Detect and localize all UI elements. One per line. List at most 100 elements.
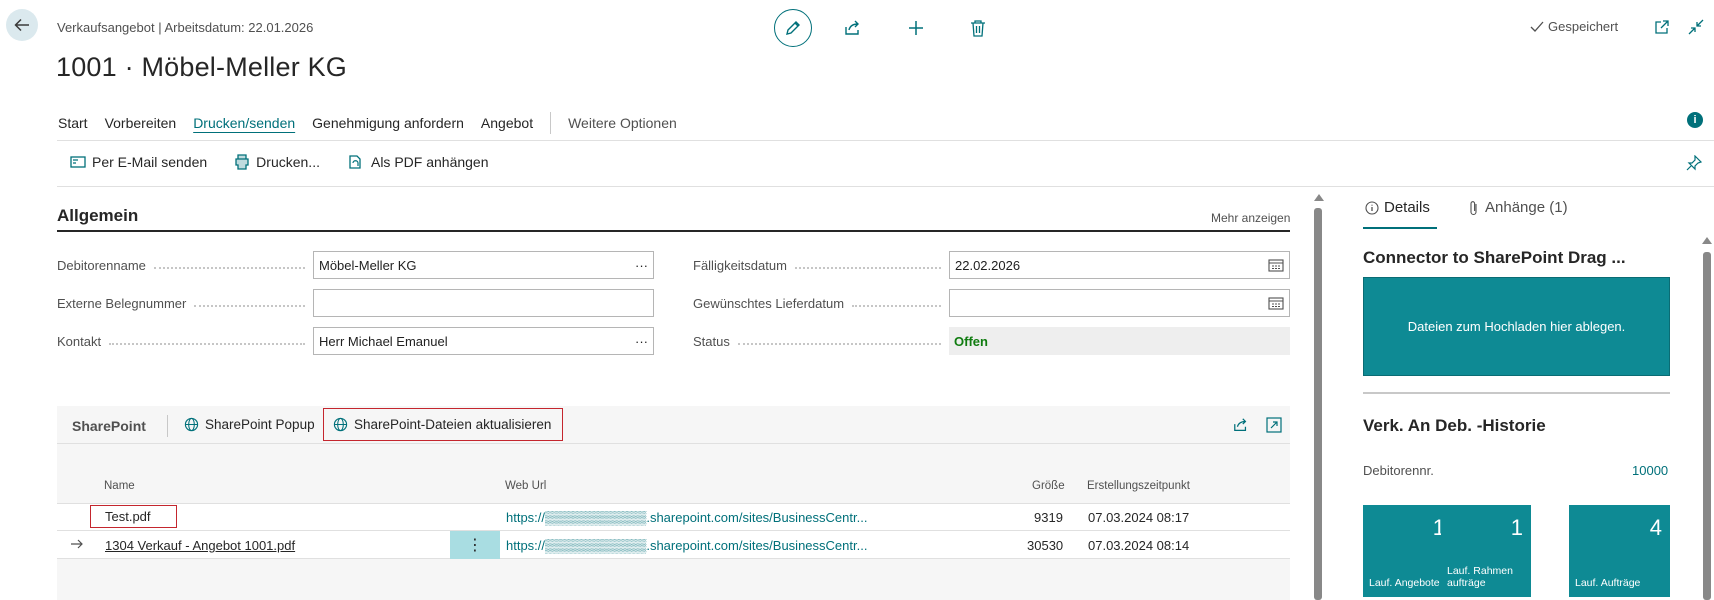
row-name-cell[interactable]: 1304 Verkauf - Angebot 1001.pdf — [105, 538, 295, 553]
sharepoint-title: SharePoint — [72, 418, 146, 434]
open-new-window-button[interactable] — [1652, 17, 1672, 37]
globe-icon — [184, 417, 199, 432]
active-tab-indicator — [1363, 227, 1437, 229]
details-tab-label: Details — [1384, 199, 1430, 216]
pencil-icon — [786, 21, 800, 35]
section-underline — [57, 230, 1290, 232]
sharepoint-popup-label: SharePoint Popup — [205, 417, 315, 432]
lookup-ellipsis-icon[interactable]: ··· — [635, 334, 648, 349]
delete-button[interactable] — [967, 17, 989, 39]
paperclip-icon — [1470, 200, 1477, 215]
row-size: 9319 — [1034, 510, 1063, 525]
attach-pdf-icon — [349, 155, 361, 169]
section-title-general: Allgemein — [57, 206, 139, 225]
checkmark-icon — [1530, 21, 1544, 32]
factbox-scroll-up-arrow-icon[interactable] — [1702, 237, 1712, 244]
part-share-button[interactable] — [1233, 417, 1249, 433]
tab-vorbereiten[interactable]: Vorbereiten — [105, 115, 177, 131]
tab-start[interactable]: Start — [58, 115, 88, 131]
tab-more-options[interactable]: Weitere Optionen — [568, 115, 677, 131]
status-value: Offen — [949, 327, 1290, 355]
customer-no-value[interactable]: 10000 — [1632, 463, 1668, 478]
cue-tile-quotes[interactable]: 1 Lauf. Angebote — [1363, 505, 1453, 597]
new-button[interactable] — [905, 17, 927, 39]
calendar-icon[interactable] — [1268, 296, 1284, 310]
tab-genehmigung[interactable]: Genehmigung anfordern — [312, 115, 464, 131]
share-button[interactable] — [842, 17, 864, 39]
info-icon[interactable]: i — [1687, 112, 1703, 128]
requested-delivery-field[interactable] — [949, 289, 1290, 317]
plus-icon — [909, 21, 923, 35]
attachments-tab-label: Anhänge (1) — [1485, 199, 1568, 216]
factbox-scrollbar[interactable] — [1703, 252, 1711, 600]
column-header-name[interactable]: Name — [104, 480, 135, 492]
cue-value: 1 — [1510, 515, 1523, 540]
requested-delivery-label: Gewünschtes Lieferdatum — [693, 296, 949, 311]
column-header-size[interactable]: Größe — [1032, 480, 1065, 492]
cue-label: Lauf. Rahmenaufträge — [1447, 565, 1513, 589]
cue-tile-blanket-orders[interactable]: 1 Lauf. Rahmenaufträge — [1441, 505, 1531, 597]
sharepoint-refresh-button[interactable]: SharePoint-Dateien aktualisieren — [323, 408, 563, 441]
edit-button[interactable] — [774, 9, 812, 47]
page-title: 1001 · Möbel-Meller KG — [56, 52, 348, 82]
file-drop-zone[interactable]: Dateien zum Hochladen hier ablegen. — [1363, 277, 1670, 376]
row-url-link[interactable]: https://▒▒▒▒▒▒▒▒▒▒▒.sharepoint.com/sites… — [506, 538, 867, 553]
row-name-cell[interactable]: Test.pdf — [90, 505, 177, 528]
tab-drucken-senden[interactable]: Drucken/senden — [193, 115, 295, 131]
customer-no-label: Debitorennr. — [1363, 463, 1434, 478]
connector-title: Connector to SharePoint Drag ... — [1363, 248, 1626, 267]
status-label: Status — [693, 334, 949, 349]
print-label: Drucken... — [256, 154, 320, 170]
tabs-divider-line — [57, 140, 1714, 141]
part-expand-button[interactable] — [1266, 417, 1282, 433]
row-context-menu-button[interactable]: ⋮ — [450, 531, 500, 559]
share-icon — [845, 20, 859, 35]
sharepoint-popup-button[interactable]: SharePoint Popup — [184, 417, 315, 432]
info-circle-icon — [1365, 200, 1379, 215]
open-in-new-window-icon — [1655, 20, 1669, 34]
customer-name-field[interactable]: Möbel-Meller KG ··· — [313, 251, 654, 279]
due-date-label: Fälligkeitsdatum — [693, 258, 949, 273]
column-header-url[interactable]: Web Url — [505, 480, 546, 492]
contact-field[interactable]: Herr Michael Emanuel ··· — [313, 327, 654, 355]
email-button[interactable]: Per E-Mail senden — [70, 154, 207, 170]
column-header-created[interactable]: Erstellungszeitpunkt — [1087, 480, 1190, 492]
saved-label: Gespeichert — [1548, 19, 1619, 34]
collapse-button[interactable] — [1686, 17, 1706, 37]
expand-icon — [1266, 417, 1282, 433]
calendar-icon[interactable] — [1268, 258, 1284, 272]
lookup-ellipsis-icon[interactable]: ··· — [635, 258, 648, 273]
pin-icon — [1686, 155, 1702, 171]
action-bar: Per E-Mail senden Drucken... Als PDF anh… — [70, 154, 516, 170]
attach-pdf-label: Als PDF anhängen — [370, 154, 489, 170]
factbox-tab-attachments[interactable]: Anhänge (1) — [1468, 199, 1568, 216]
row-size: 30530 — [1027, 538, 1064, 553]
printer-icon — [235, 154, 249, 170]
row-selected-arrow-icon — [70, 538, 84, 550]
cue-tile-orders[interactable]: 4 Lauf. Aufträge — [1569, 505, 1670, 597]
globe-icon — [333, 417, 348, 432]
show-more-link[interactable]: Mehr anzeigen — [1211, 211, 1290, 225]
due-date-field[interactable]: 22.02.2026 — [949, 251, 1290, 279]
trash-icon — [971, 20, 985, 37]
cue-value: 4 — [1649, 515, 1662, 540]
email-icon — [70, 156, 86, 168]
page-subtitle: Verkaufsangebot | Arbeitsdatum: 22.01.20… — [57, 20, 314, 35]
arrow-left-icon — [14, 18, 29, 32]
attach-pdf-button[interactable]: Als PDF anhängen — [347, 154, 489, 170]
factbox-tab-details[interactable]: Details — [1365, 199, 1430, 216]
row-created: 07.03.2024 08:17 — [1088, 510, 1190, 525]
print-button[interactable]: Drucken... — [234, 154, 320, 170]
actions-divider-line — [57, 186, 1714, 187]
tab-angebot[interactable]: Angebot — [481, 115, 533, 131]
share-icon — [1234, 418, 1247, 431]
back-button[interactable] — [6, 9, 38, 41]
scroll-up-arrow-icon[interactable] — [1314, 194, 1324, 201]
collapse-icon — [1688, 19, 1704, 35]
external-doc-no-field[interactable] — [313, 289, 654, 317]
row-url-link[interactable]: https://▒▒▒▒▒▒▒▒▒▒▒.sharepoint.com/sites… — [506, 510, 867, 525]
history-title: Verk. An Deb. -Historie — [1363, 416, 1546, 435]
main-scrollbar[interactable] — [1314, 208, 1322, 600]
pin-button[interactable] — [1686, 155, 1702, 171]
external-doc-no-label: Externe Belegnummer — [57, 296, 313, 311]
